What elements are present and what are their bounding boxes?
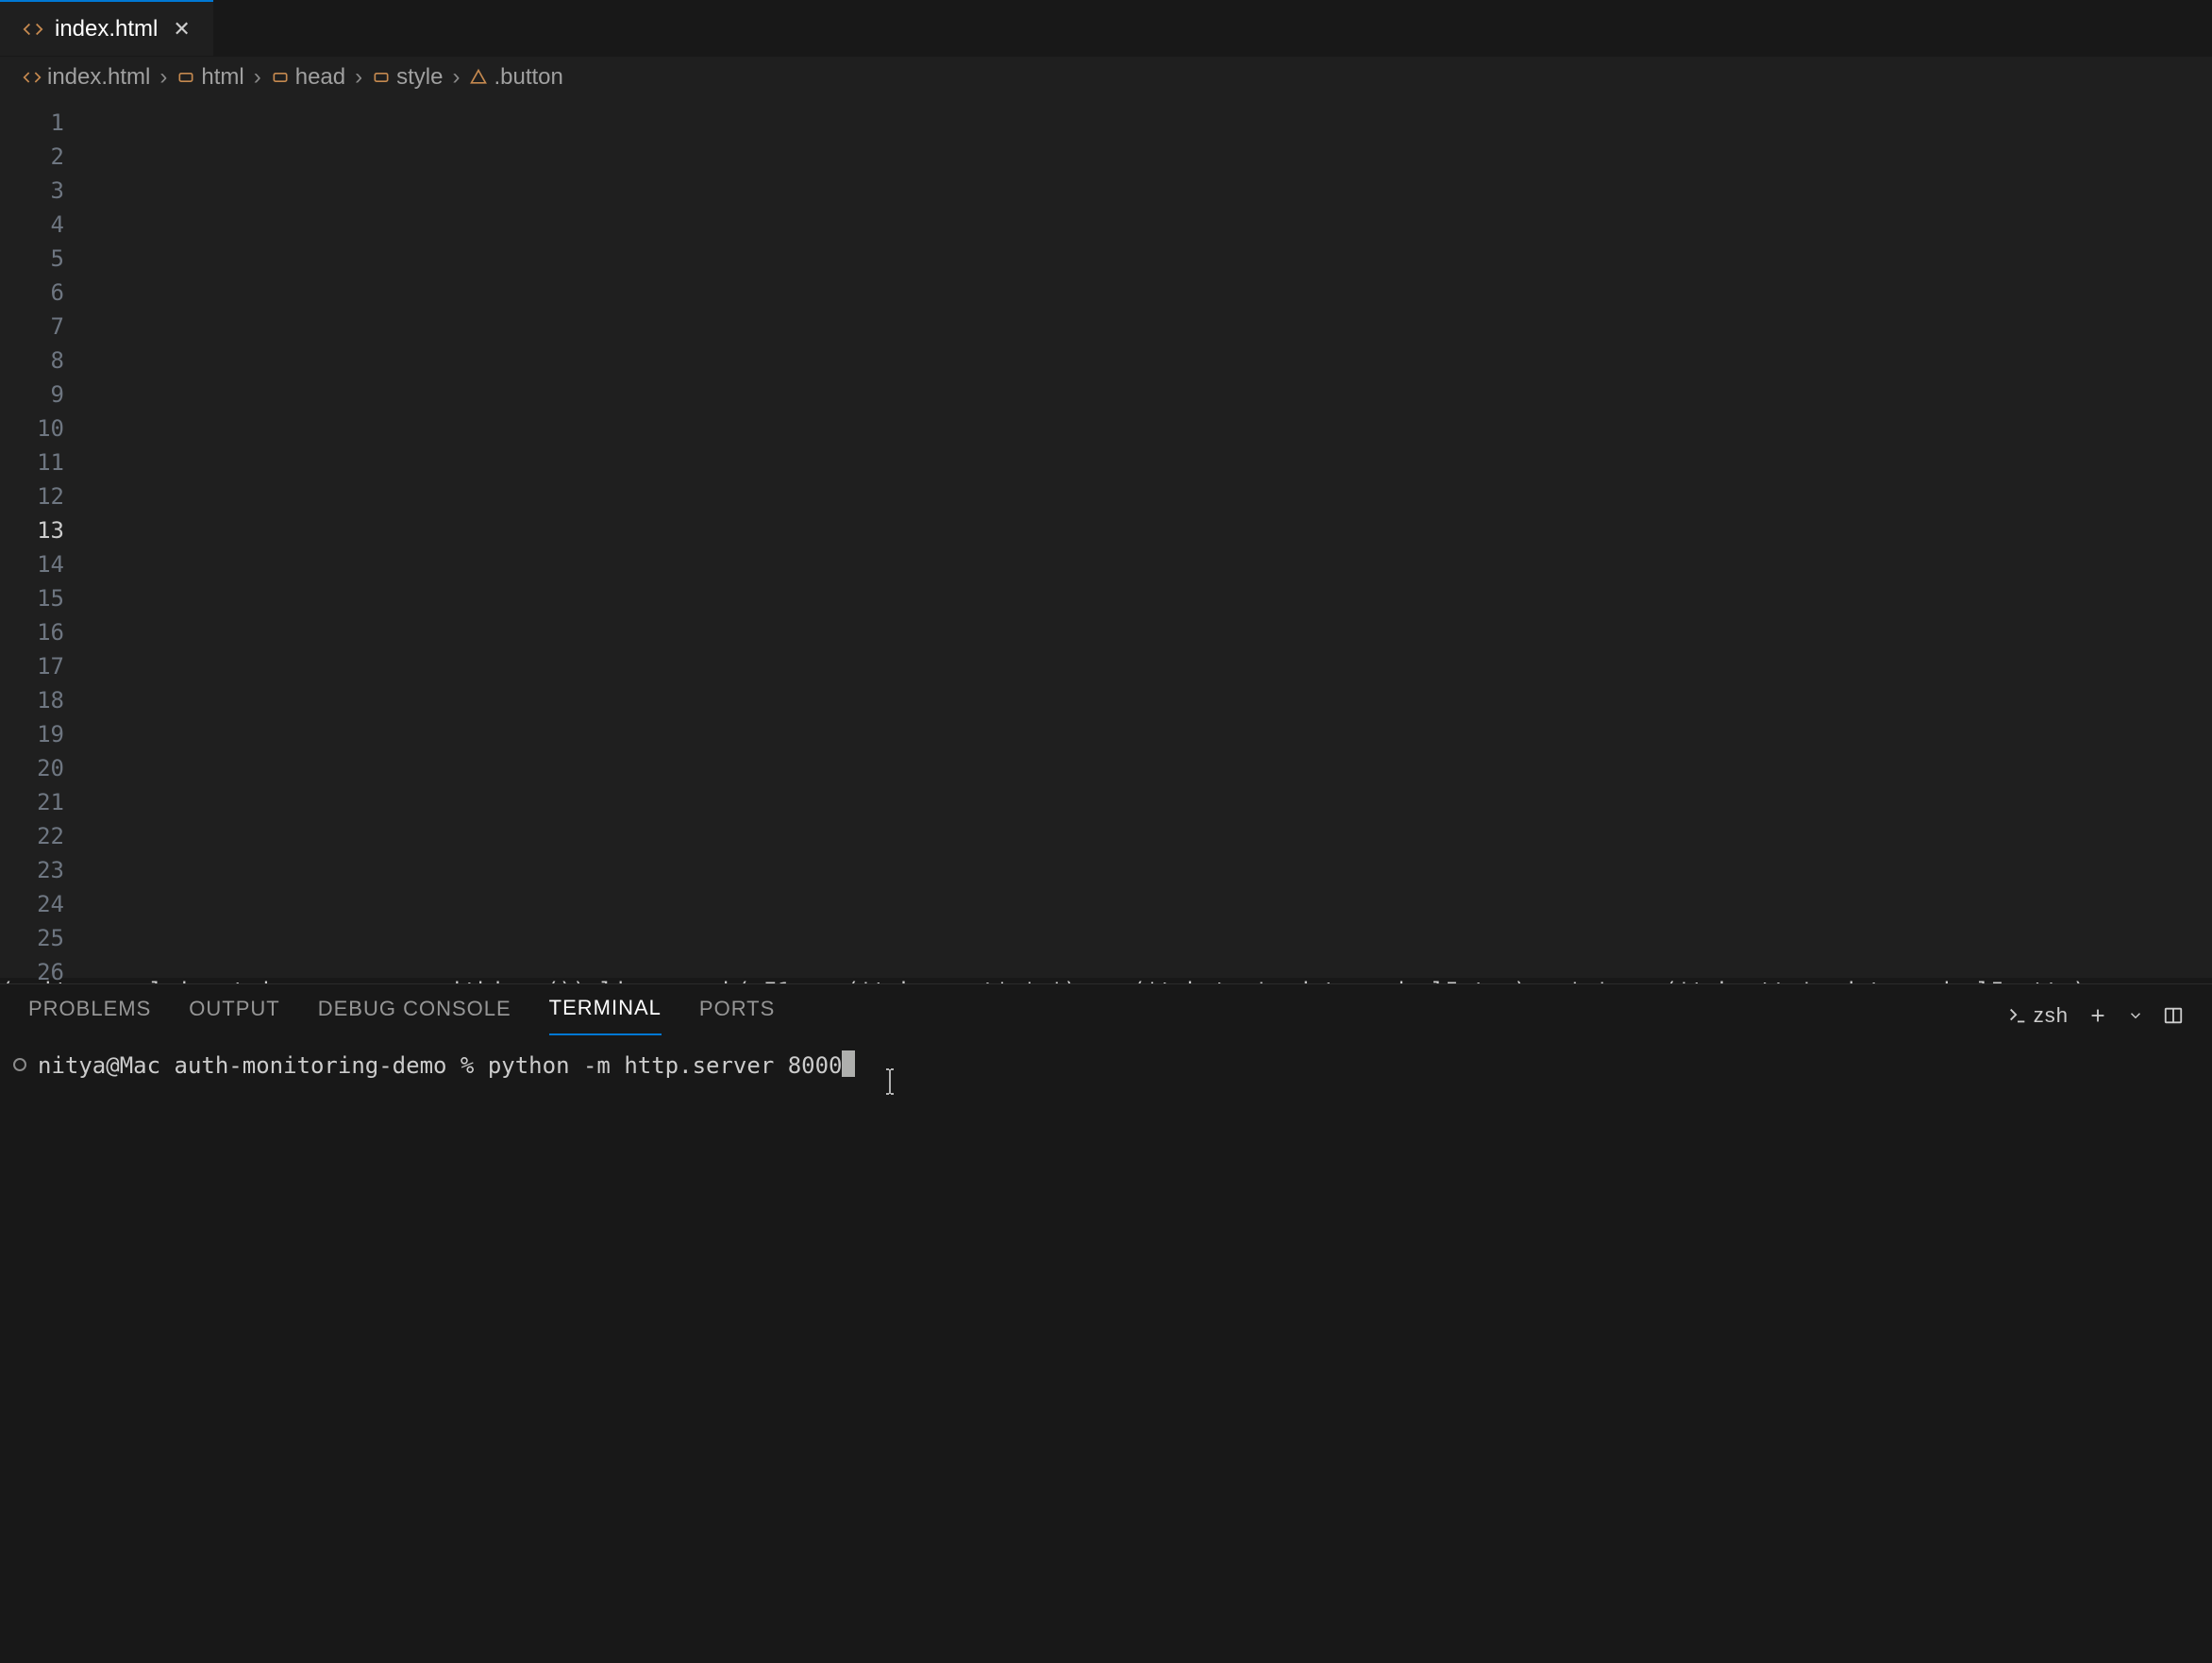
chevron-right-icon: › (159, 64, 167, 91)
tab-problems[interactable]: PROBLEMS (28, 997, 151, 1034)
tab-debug-console[interactable]: DEBUG CONSOLE (318, 997, 511, 1034)
line-number: 24 (0, 887, 85, 921)
breadcrumb-html[interactable]: html (176, 64, 243, 91)
breadcrumb: index.html › html › head › style › .butt… (0, 57, 2212, 102)
breadcrumb-file[interactable]: index.html (23, 64, 150, 91)
line-number: 7 (0, 310, 85, 344)
chevron-down-icon (2127, 1007, 2144, 1024)
symbol-icon (176, 68, 195, 87)
line-number: 20 (0, 751, 85, 785)
tab-output[interactable]: OUTPUT (189, 997, 279, 1034)
new-terminal-button[interactable] (2087, 1005, 2108, 1026)
line-number: 6 (0, 276, 85, 310)
terminal-profile[interactable]: zsh (2007, 1003, 2069, 1028)
html-file-icon (23, 68, 42, 87)
terminal-line: nitya@Mac auth-monitoring-demo % python … (13, 1050, 2199, 1079)
line-number: 25 (0, 921, 85, 955)
symbol-icon (372, 68, 391, 87)
breadcrumb-button-selector[interactable]: .button (469, 64, 562, 91)
line-number: 11 (0, 445, 85, 479)
editor: 1234567891011121314151617181920212223242… (0, 102, 2212, 978)
html-file-icon (23, 19, 43, 40)
line-number: 14 (0, 547, 85, 581)
chevron-right-icon: › (254, 64, 261, 91)
panel-tab-bar: PROBLEMS OUTPUT DEBUG CONSOLE TERMINAL P… (0, 984, 2212, 1035)
chevron-right-icon: › (452, 64, 460, 91)
line-number: 12 (0, 479, 85, 513)
chevron-right-icon: › (355, 64, 362, 91)
split-icon (2163, 1005, 2184, 1026)
breadcrumb-label: .button (494, 64, 562, 91)
split-terminal-button[interactable] (2163, 1005, 2184, 1026)
close-tab-icon[interactable]: ✕ (169, 17, 193, 42)
line-number: 10 (0, 412, 85, 445)
breadcrumb-file-label: index.html (47, 64, 150, 91)
tab-index-html[interactable]: index.html ✕ (0, 0, 213, 56)
terminal-cursor (842, 1050, 855, 1077)
line-number-gutter[interactable]: 1234567891011121314151617181920212223242… (0, 102, 85, 978)
terminal-command: python -m http.server 8000 (488, 1052, 843, 1079)
symbol-icon (271, 68, 290, 87)
line-number: 21 (0, 785, 85, 819)
line-number: 15 (0, 581, 85, 615)
terminal-dropdown[interactable] (2127, 1007, 2144, 1024)
line-number: 23 (0, 853, 85, 887)
line-number: 2 (0, 140, 85, 174)
breadcrumb-style[interactable]: style (372, 64, 443, 91)
bottom-panel: PROBLEMS OUTPUT DEBUG CONSOLE TERMINAL P… (0, 983, 2212, 1663)
tab-ports[interactable]: PORTS (699, 997, 775, 1034)
code-area[interactable] (85, 102, 2212, 978)
shell-name: zsh (2034, 1003, 2069, 1028)
minimap[interactable] (2186, 57, 2212, 340)
tab-bar: index.html ✕ (0, 0, 2212, 57)
breadcrumb-head[interactable]: head (271, 64, 345, 91)
line-number: 22 (0, 819, 85, 853)
breadcrumb-label: html (201, 64, 243, 91)
prompt-status-icon (13, 1058, 26, 1071)
breadcrumb-label: head (295, 64, 345, 91)
terminal-icon (2007, 1005, 2028, 1026)
line-number: 19 (0, 717, 85, 751)
line-number: 17 (0, 649, 85, 683)
terminal-prompt: nitya@Mac auth-monitoring-demo % (38, 1052, 488, 1079)
tab-terminal[interactable]: TERMINAL (549, 996, 662, 1035)
terminal[interactable]: nitya@Mac auth-monitoring-demo % python … (0, 1035, 2212, 1663)
breadcrumb-label: style (396, 64, 443, 91)
line-number: 3 (0, 174, 85, 208)
line-number: 18 (0, 683, 85, 717)
tab-label: index.html (55, 16, 158, 42)
plus-icon (2087, 1005, 2108, 1026)
line-number: 5 (0, 242, 85, 276)
line-number: 13 (0, 513, 85, 547)
symbol-misc-icon (469, 68, 488, 87)
line-number: 9 (0, 378, 85, 412)
line-number: 1 (0, 106, 85, 140)
line-number: 8 (0, 344, 85, 378)
line-number: 16 (0, 615, 85, 649)
line-number: 4 (0, 208, 85, 242)
